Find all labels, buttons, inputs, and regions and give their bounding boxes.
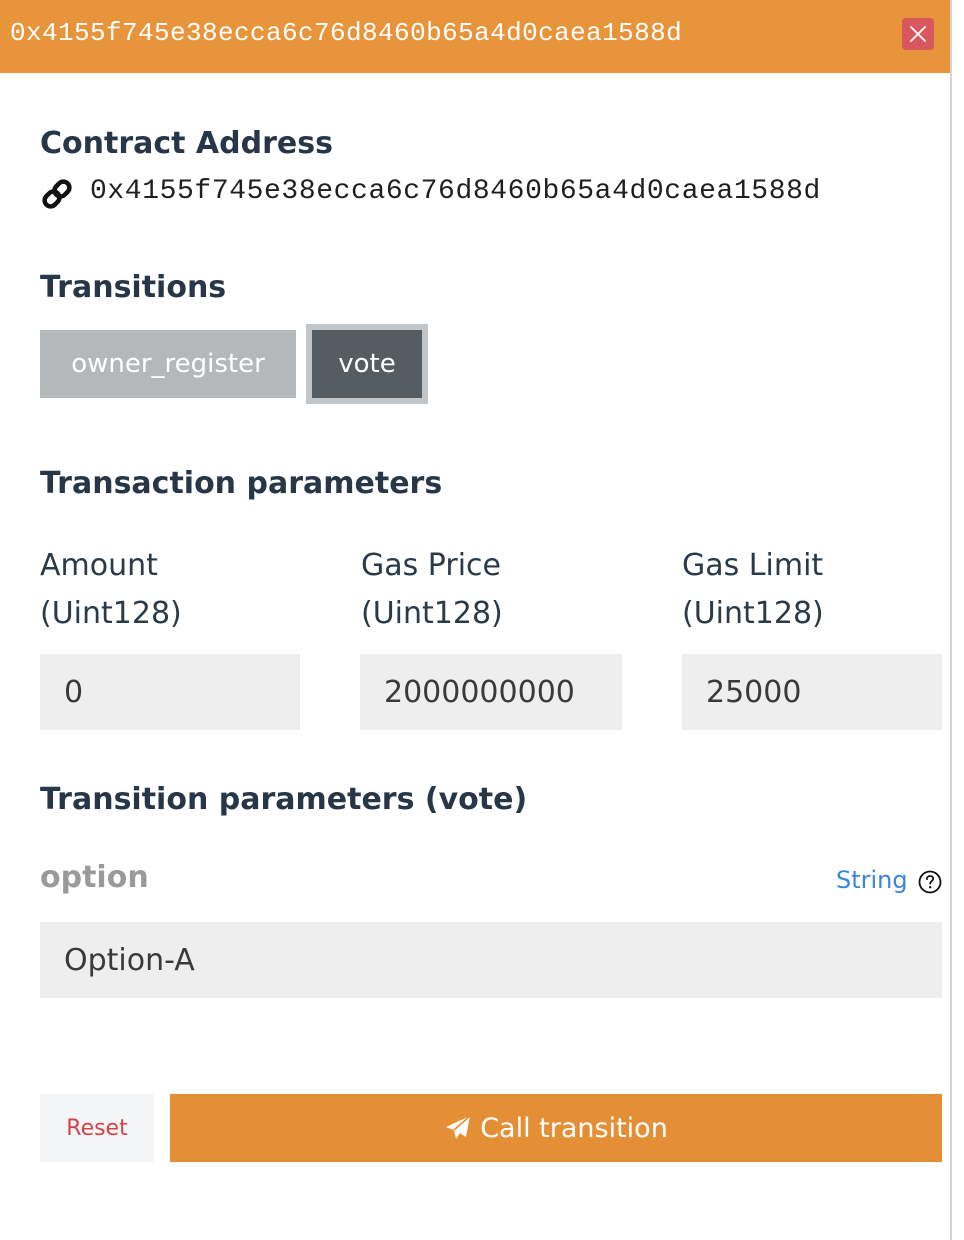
paper-plane-icon: [446, 1115, 471, 1139]
contract-address-value: 0x4155f745e38ecca6c76d8460b65a4d0caea158…: [90, 176, 821, 207]
gas-limit-label: Gas Limit (Uint128): [682, 542, 824, 638]
close-button[interactable]: [902, 18, 934, 50]
gas-limit-label-type: (Uint128): [682, 596, 824, 631]
contract-address-heading: Contract Address: [40, 126, 333, 161]
transaction-parameters-heading: Transaction parameters: [40, 466, 443, 501]
call-transition-button[interactable]: Call transition: [170, 1094, 942, 1162]
transitions-heading: Transitions: [40, 270, 227, 305]
question-circle-icon[interactable]: [918, 870, 942, 894]
gas-limit-label-text: Gas Limit: [682, 548, 824, 583]
amount-label-text: Amount: [40, 548, 158, 583]
gas-price-label-text: Gas Price: [361, 548, 501, 583]
transition-button-vote[interactable]: vote: [306, 324, 428, 404]
transition-parameters-heading: Transition parameters (vote): [40, 782, 528, 817]
transition-button-owner-register[interactable]: owner_register: [40, 330, 296, 398]
param-type-link[interactable]: String: [836, 866, 908, 894]
param-option-label: option: [40, 860, 149, 895]
close-icon: [910, 26, 926, 42]
gas-price-label-type: (Uint128): [361, 596, 503, 631]
reset-button[interactable]: Reset: [40, 1094, 154, 1162]
link-icon[interactable]: [40, 177, 74, 211]
gas-price-input[interactable]: 2000000000: [360, 654, 622, 730]
gas-price-label: Gas Price (Uint128): [361, 542, 503, 638]
modal-header: 0x4155f745e38ecca6c76d8460b65a4d0caea158…: [0, 0, 950, 73]
header-title: 0x4155f745e38ecca6c76d8460b65a4d0caea158…: [10, 18, 683, 48]
amount-input[interactable]: 0: [40, 654, 300, 730]
call-transition-label: Call transition: [480, 1112, 668, 1144]
amount-label-type: (Uint128): [40, 596, 182, 631]
amount-label: Amount (Uint128): [40, 542, 182, 638]
contract-address-row: 0x4155f745e38ecca6c76d8460b65a4d0caea158…: [40, 176, 940, 212]
param-option-input[interactable]: Option-A: [40, 922, 942, 998]
gas-limit-input[interactable]: 25000: [682, 654, 942, 730]
panel-edge: [950, 0, 952, 1240]
